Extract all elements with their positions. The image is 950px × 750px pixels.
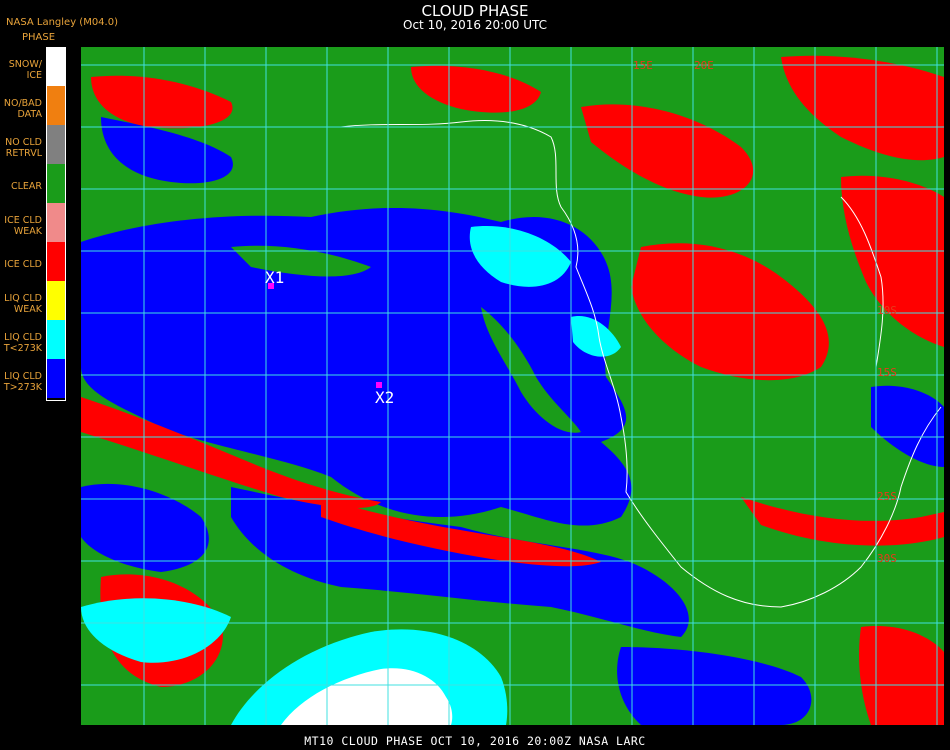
legend-swatch <box>46 203 66 242</box>
lon-label: 20E <box>694 59 714 72</box>
legend-item-no-bad-data: NO/BAD DATA <box>0 86 66 125</box>
legend-item-liq-cld-cold: LIQ CLD T<273K <box>0 320 66 359</box>
lat-label: 25S <box>877 490 897 503</box>
lat-label: 10S <box>877 304 897 317</box>
legend-item-ice-cld-weak: ICE CLD WEAK <box>0 203 66 242</box>
legend-item-clear: CLEAR <box>0 164 66 203</box>
legend-swatch <box>46 359 66 398</box>
legend-item-liq-cld-warm: LIQ CLD T>273K <box>0 359 66 398</box>
legend-swatch <box>46 281 66 320</box>
legend-label: LIQ CLD T>273K <box>3 371 42 393</box>
legend-swatch <box>46 164 66 203</box>
legend-title: PHASE <box>22 32 56 43</box>
legend-item-snow-ice: SNOW/ICE <box>0 47 66 86</box>
legend-swatch <box>46 47 66 86</box>
legend-item-liq-cld-weak: LIQ CLD WEAK <box>0 281 66 320</box>
legend-swatch <box>46 320 66 359</box>
phase-legend: SNOW/ICE NO/BAD DATA NO CLD RETRVL CLEAR I… <box>0 47 66 401</box>
lat-label: 30S <box>877 552 897 565</box>
marker-x2-label: X2 <box>375 388 394 407</box>
legend-label: LIQ CLD T<273K <box>3 332 42 354</box>
legend-label: NO/BAD DATA <box>3 98 42 120</box>
legend-label: LIQ CLD WEAK <box>4 293 42 315</box>
legend-item-no-cld-retrvl: NO CLD RETRVL <box>0 125 66 164</box>
lat-label: 15S <box>877 366 897 379</box>
provider-label: NASA Langley (M04.0) <box>6 17 118 28</box>
legend-label: ICE CLD <box>4 259 42 270</box>
marker-x1-label: X1 <box>265 268 284 287</box>
legend-swatch <box>46 125 66 164</box>
footer-caption: MT10 CLOUD PHASE OCT 10, 2016 20:00Z NAS… <box>304 734 646 748</box>
legend-item-ice-cld: ICE CLD <box>0 242 66 281</box>
legend-swatch <box>46 86 66 125</box>
legend-swatch <box>46 242 66 281</box>
cloud-phase-map: 15E 20E 10S 15S 25S 30S X1 X2 <box>81 47 944 725</box>
legend-label: ICE CLD WEAK <box>4 215 42 237</box>
map-subtitle: Oct 10, 2016 20:00 UTC <box>403 18 547 32</box>
lon-label: 15E <box>633 59 653 72</box>
legend-label: CLEAR <box>10 181 42 192</box>
legend-label: SNOW/ICE <box>8 59 42 81</box>
legend-label: NO CLD RETRVL <box>5 137 42 159</box>
